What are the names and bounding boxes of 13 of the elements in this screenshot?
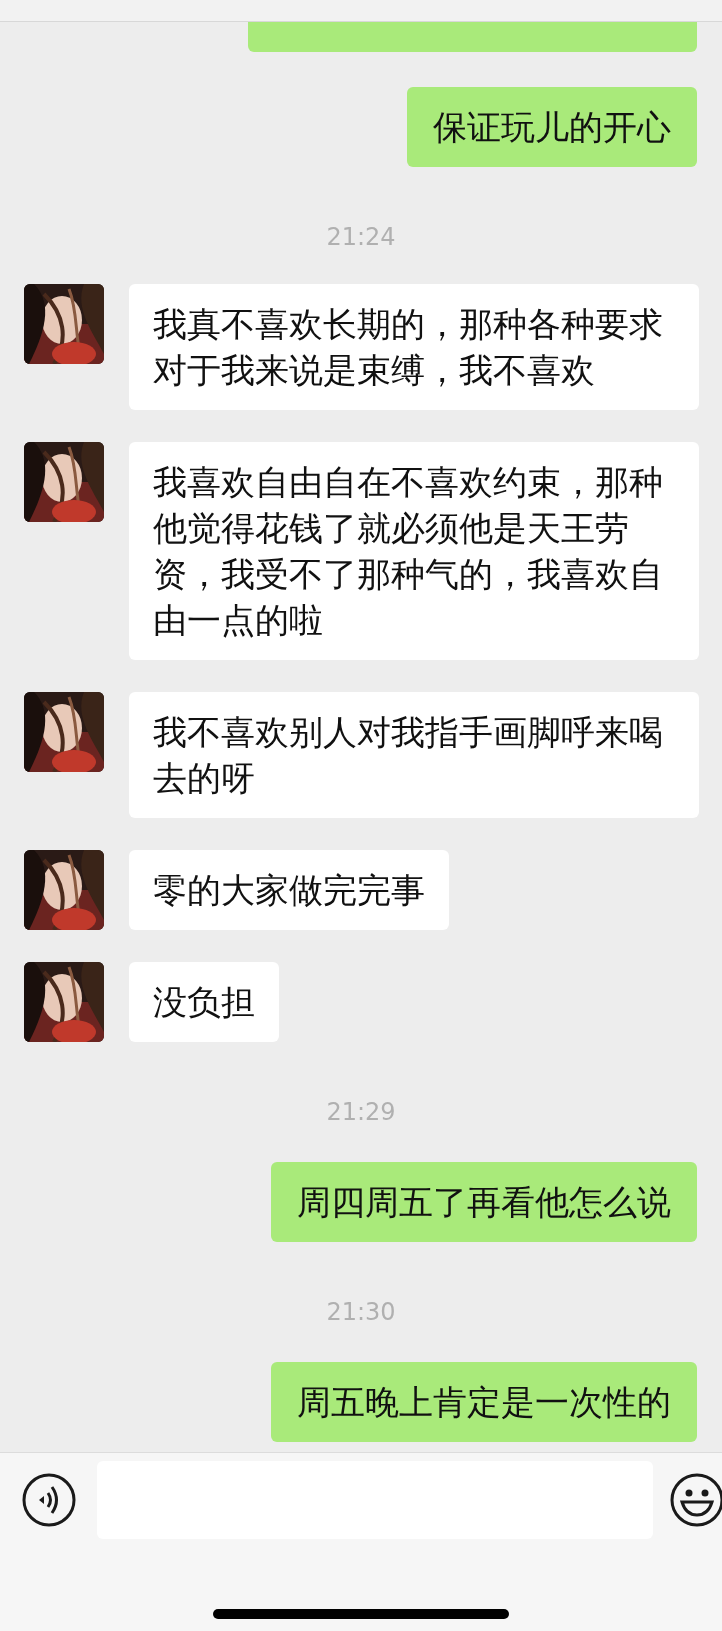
timestamp: 21:24 [326, 222, 396, 252]
message-bubble: 零的大家做完完事 [129, 850, 449, 930]
message-bubble: 周四周五了再看他怎么说 [271, 1162, 697, 1242]
timestamp: 21:30 [326, 1297, 396, 1327]
voice-icon[interactable] [22, 1473, 76, 1527]
timestamp: 21:29 [326, 1097, 396, 1127]
message-bubble: 没负担 [129, 962, 279, 1042]
message-bubble: 周五晚上肯定是一次性的 [271, 1362, 697, 1442]
emoji-icon[interactable] [670, 1473, 722, 1527]
message-bubble: 我真不喜欢长期的，那种各种要求对于我来说是束缚，我不喜欢 [129, 284, 699, 410]
message-bubble: 保证玩儿的开心 [407, 87, 697, 167]
message-bubble: 我喜欢自由自在不喜欢约束，那种他觉得花钱了就必须他是天王劳资，我受不了那种气的，我喜欢自由一点的啦 [129, 442, 699, 660]
message-bubble: 我不喜欢别人对我指手画脚呼来喝去的呀 [129, 692, 699, 818]
